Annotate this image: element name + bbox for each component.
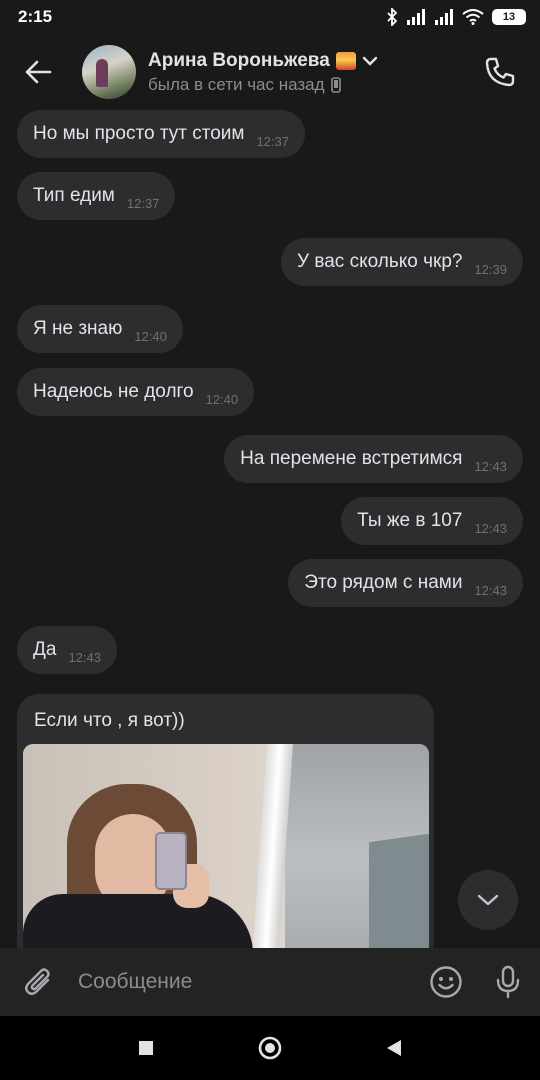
message-bubble-outgoing[interactable]: На перемене встретимся 12:43: [224, 435, 523, 483]
battery-icon: 13: [492, 9, 526, 25]
message-text: На перемене встретимся: [240, 448, 463, 469]
photo-attachment[interactable]: [23, 744, 429, 948]
message-bubble-incoming[interactable]: Да 12:43: [17, 626, 117, 674]
message-text: У вас сколько чкр?: [297, 251, 463, 272]
chevron-down-icon: [477, 894, 499, 906]
sunset-emoji-icon: [335, 51, 356, 70]
message-time: 12:40: [134, 328, 167, 344]
status-icons: 13: [386, 8, 526, 26]
status-time: 2:15: [18, 7, 53, 26]
microphone-icon: [496, 965, 520, 999]
home-button[interactable]: [250, 1028, 290, 1068]
contact-info[interactable]: Арина Вороньжева была в сети час назад: [148, 50, 460, 95]
message-text: Да: [33, 639, 57, 660]
message-text: Надеюсь не долго: [33, 381, 194, 402]
avatar[interactable]: [82, 45, 136, 99]
arrow-left-icon: [25, 60, 52, 84]
message-bubble-outgoing[interactable]: У вас сколько чкр? 12:39: [281, 238, 523, 286]
back-nav-button[interactable]: [374, 1028, 414, 1068]
system-navigation-bar: [0, 1016, 540, 1080]
chat-header: Арина Вороньжева была в сети час назад: [0, 34, 540, 110]
attach-button[interactable]: [0, 948, 78, 1016]
wifi-icon: [462, 9, 484, 25]
message-bubble-incoming[interactable]: Я не знаю 12:40: [17, 305, 183, 353]
phone-call-icon: [485, 57, 515, 87]
message-time: 12:37: [126, 195, 160, 211]
message-text: Ты же в 107: [357, 510, 463, 531]
message-input[interactable]: [78, 948, 416, 1016]
status-bar: 2:15 13: [0, 0, 540, 34]
contact-name: Арина Вороньжева: [148, 49, 330, 71]
chevron-down-icon: [362, 56, 378, 66]
emoji-button[interactable]: [416, 948, 476, 1016]
paperclip-icon: [25, 968, 50, 995]
back-button[interactable]: [0, 34, 76, 110]
back-triangle-icon: [387, 1040, 401, 1056]
call-button[interactable]: [460, 34, 540, 110]
photo-message[interactable]: Если что , я вот)): [17, 694, 434, 948]
message-bubble-incoming[interactable]: Но мы просто тут стоим 12:37: [17, 110, 305, 158]
message-time: 12:40: [205, 391, 239, 407]
message-text: Это рядом с нами: [304, 572, 463, 593]
recents-button[interactable]: [126, 1028, 166, 1068]
photo-caption: Если что , я вот)): [34, 710, 185, 731]
message-text: Я не знаю: [33, 318, 123, 339]
bluetooth-icon: [387, 8, 398, 26]
message-time: 12:37: [256, 133, 289, 149]
message-bubble-incoming[interactable]: Тип едим 12:37: [17, 172, 176, 220]
smile-icon: [430, 966, 462, 998]
message-text: Но мы просто тут стоим: [33, 123, 245, 144]
message-composer: [0, 948, 540, 1016]
message-bubble-outgoing[interactable]: Это рядом с нами 12:43: [288, 559, 523, 607]
message-bubble-outgoing[interactable]: Ты же в 107 12:43: [341, 497, 523, 545]
home-circle-icon: [258, 1036, 282, 1060]
contact-status: была в сети час назад: [148, 74, 325, 94]
message-text: Тип едим: [33, 185, 115, 206]
message-time: 12:43: [68, 649, 101, 665]
message-time: 12:43: [474, 520, 507, 536]
recents-square-icon: [139, 1041, 153, 1055]
message-time: 12:43: [474, 458, 507, 474]
microphone-button[interactable]: [476, 948, 540, 1016]
signal-icon: [407, 9, 425, 25]
message-time: 12:39: [474, 261, 507, 277]
message-bubble-incoming[interactable]: Надеюсь не долго 12:40: [17, 368, 255, 416]
phone-icon: [330, 76, 341, 93]
message-list[interactable]: Но мы просто тут стоим 12:37 Тип едим 12…: [0, 110, 540, 948]
signal-icon: [435, 9, 453, 25]
scroll-to-bottom-button[interactable]: [458, 870, 518, 930]
message-time: 12:43: [474, 582, 507, 598]
